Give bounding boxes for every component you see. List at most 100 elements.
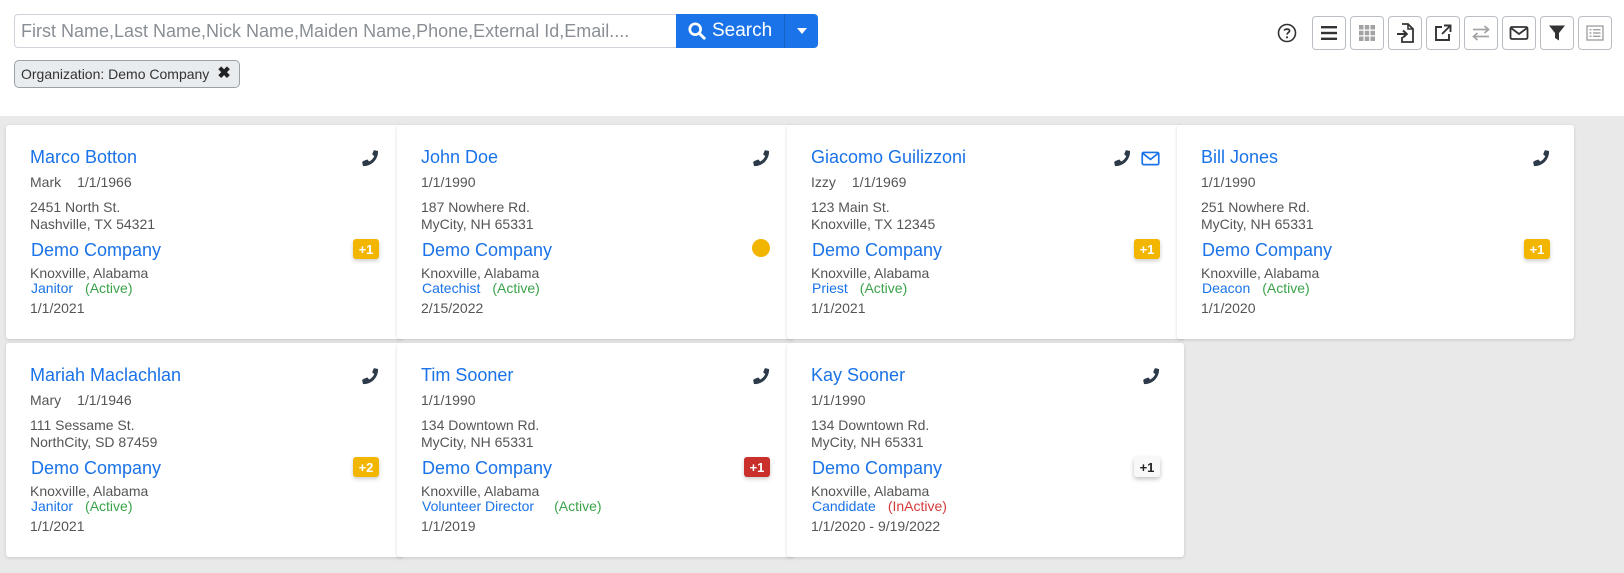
grid-view-icon: [1359, 25, 1375, 41]
email-icon: [1509, 26, 1529, 40]
search-button-label: Search: [712, 20, 773, 41]
role-link[interactable]: Priest (Active): [812, 280, 907, 296]
grid-view-button[interactable]: [1350, 16, 1384, 50]
help-icon[interactable]: [1276, 22, 1298, 44]
phone-icon[interactable]: [361, 149, 379, 167]
export-icon: [1435, 24, 1452, 41]
contact-icons: [1103, 149, 1160, 167]
person-card[interactable]: John Doe 1/1/1990 187 Nowhere Rd. MyCity…: [397, 125, 794, 339]
person-name[interactable]: Marco Botton: [30, 147, 137, 168]
roles-count-badge[interactable]: +1: [1134, 239, 1160, 259]
organization-link[interactable]: Demo Company: [422, 240, 552, 261]
role-link[interactable]: Volunteer Director (Active): [422, 498, 602, 514]
roles-count-badge[interactable]: +1: [353, 239, 379, 259]
search-button[interactable]: Search: [676, 14, 785, 48]
person-nickname: Mark: [30, 174, 62, 190]
role-label: Janitor: [31, 498, 74, 514]
role-date: 1/1/2021: [30, 518, 85, 534]
address-line-2: MyCity, NH 65331: [421, 434, 534, 450]
address-line-1: 251 Nowhere Rd.: [1201, 199, 1310, 215]
list-view-button[interactable]: [1312, 16, 1346, 50]
phone-icon[interactable]: [1113, 149, 1131, 167]
person-card[interactable]: Giacomo Guilizzoni Izzy 1/1/1969 123 Main…: [787, 125, 1184, 339]
organization-location: Knoxville, Alabama: [30, 265, 149, 281]
address-line-2: MyCity, NH 65331: [811, 434, 924, 450]
role-label: Priest: [812, 280, 848, 296]
person-name[interactable]: Giacomo Guilizzoni: [811, 147, 966, 168]
search-input[interactable]: [14, 14, 676, 48]
filter-chip-label: Organization: Demo Company: [21, 66, 210, 82]
person-name[interactable]: Kay Sooner: [811, 365, 905, 386]
address-line-2: NorthCity, SD 87459: [30, 434, 158, 450]
person-name[interactable]: John Doe: [421, 147, 498, 168]
role-link[interactable]: Janitor (Active): [31, 498, 132, 514]
caret-down-icon: [796, 28, 807, 34]
organization-link[interactable]: Demo Company: [31, 458, 161, 479]
organization-link[interactable]: Demo Company: [31, 240, 161, 261]
person-card[interactable]: Tim Sooner 1/1/1990 134 Downtown Rd. MyC…: [397, 343, 794, 557]
person-card[interactable]: Bill Jones 1/1/1990 251 Nowhere Rd. MyCi…: [1177, 125, 1574, 339]
role-date: 1/1/2019: [421, 518, 476, 534]
organization-link[interactable]: Demo Company: [812, 240, 942, 261]
organization-location: Knoxville, Alabama: [811, 483, 930, 499]
email-button[interactable]: [1502, 16, 1536, 50]
import-button[interactable]: [1388, 16, 1422, 50]
person-card[interactable]: Kay Sooner 1/1/1990 134 Downtown Rd. MyC…: [787, 343, 1184, 557]
phone-icon[interactable]: [1532, 149, 1550, 167]
person-dob: 1/1/1966: [77, 174, 132, 190]
contact-icons: [351, 149, 379, 167]
search-bar: Search: [14, 14, 819, 48]
address-line-1: 111 Sessame St.: [30, 417, 135, 433]
organization-location: Knoxville, Alabama: [811, 265, 930, 281]
person-name[interactable]: Bill Jones: [1201, 147, 1278, 168]
role-label: Janitor: [31, 280, 74, 296]
status-label: (Active): [859, 280, 908, 296]
person-dob: 1/1/1990: [421, 392, 476, 408]
roles-count-badge[interactable]: +2: [353, 457, 379, 477]
details-view-button[interactable]: [1578, 16, 1612, 50]
role-label: Catechist: [422, 280, 481, 296]
person-dob: 1/1/1990: [811, 392, 866, 408]
person-card[interactable]: Marco Botton Mark 1/1/1966 2451 North St.…: [6, 125, 403, 339]
people-card-grid: Marco Botton Mark 1/1/1966 2451 North St.…: [0, 116, 1624, 573]
address-line-1: 2451 North St.: [30, 199, 121, 215]
contact-icons: [351, 367, 379, 385]
search-icon: [688, 22, 706, 40]
organization-link[interactable]: Demo Company: [1202, 240, 1332, 261]
role-link[interactable]: Candidate (InActive): [812, 498, 947, 514]
transfer-button[interactable]: [1464, 16, 1498, 50]
address-line-2: Nashville, TX 54321: [30, 216, 156, 232]
role-link[interactable]: Deacon (Active): [1202, 280, 1310, 296]
organization-location: Knoxville, Alabama: [421, 265, 540, 281]
phone-icon[interactable]: [1142, 367, 1160, 385]
email-icon[interactable]: [1141, 151, 1160, 166]
contact-icons: [742, 367, 770, 385]
role-link[interactable]: Catechist (Active): [422, 280, 540, 296]
export-button[interactable]: [1426, 16, 1460, 50]
roles-count-badge[interactable]: +1: [744, 457, 770, 477]
contact-icons: [1132, 367, 1160, 385]
person-name[interactable]: Tim Sooner: [421, 365, 513, 386]
person-card[interactable]: Mariah Maclachlan Mary 1/1/1946 111 Sessa…: [6, 343, 403, 557]
organization-location: Knoxville, Alabama: [421, 483, 540, 499]
filter-button[interactable]: [1540, 16, 1574, 50]
toolbar: [1276, 16, 1612, 50]
phone-icon[interactable]: [752, 149, 770, 167]
role-date: 1/1/2021: [30, 300, 85, 316]
person-name[interactable]: Mariah Maclachlan: [30, 365, 181, 386]
phone-icon[interactable]: [361, 367, 379, 385]
phone-icon[interactable]: [752, 367, 770, 385]
organization-link[interactable]: Demo Company: [422, 458, 552, 479]
organization-link[interactable]: Demo Company: [812, 458, 942, 479]
roles-count-badge[interactable]: +1: [1134, 457, 1160, 477]
role-date: 1/1/2020 - 9/19/2022: [811, 518, 941, 534]
role-link[interactable]: Janitor (Active): [31, 280, 132, 296]
role-date: 1/1/2020: [1201, 300, 1256, 316]
person-nickname: Izzy: [811, 174, 836, 190]
role-label: Volunteer Director: [422, 498, 535, 514]
status-label: (Active): [85, 280, 133, 296]
roles-count-badge[interactable]: +1: [1524, 239, 1550, 259]
search-options-dropdown[interactable]: [784, 14, 819, 48]
status-label: (Active): [85, 498, 133, 514]
close-icon[interactable]: ✖: [217, 66, 230, 82]
